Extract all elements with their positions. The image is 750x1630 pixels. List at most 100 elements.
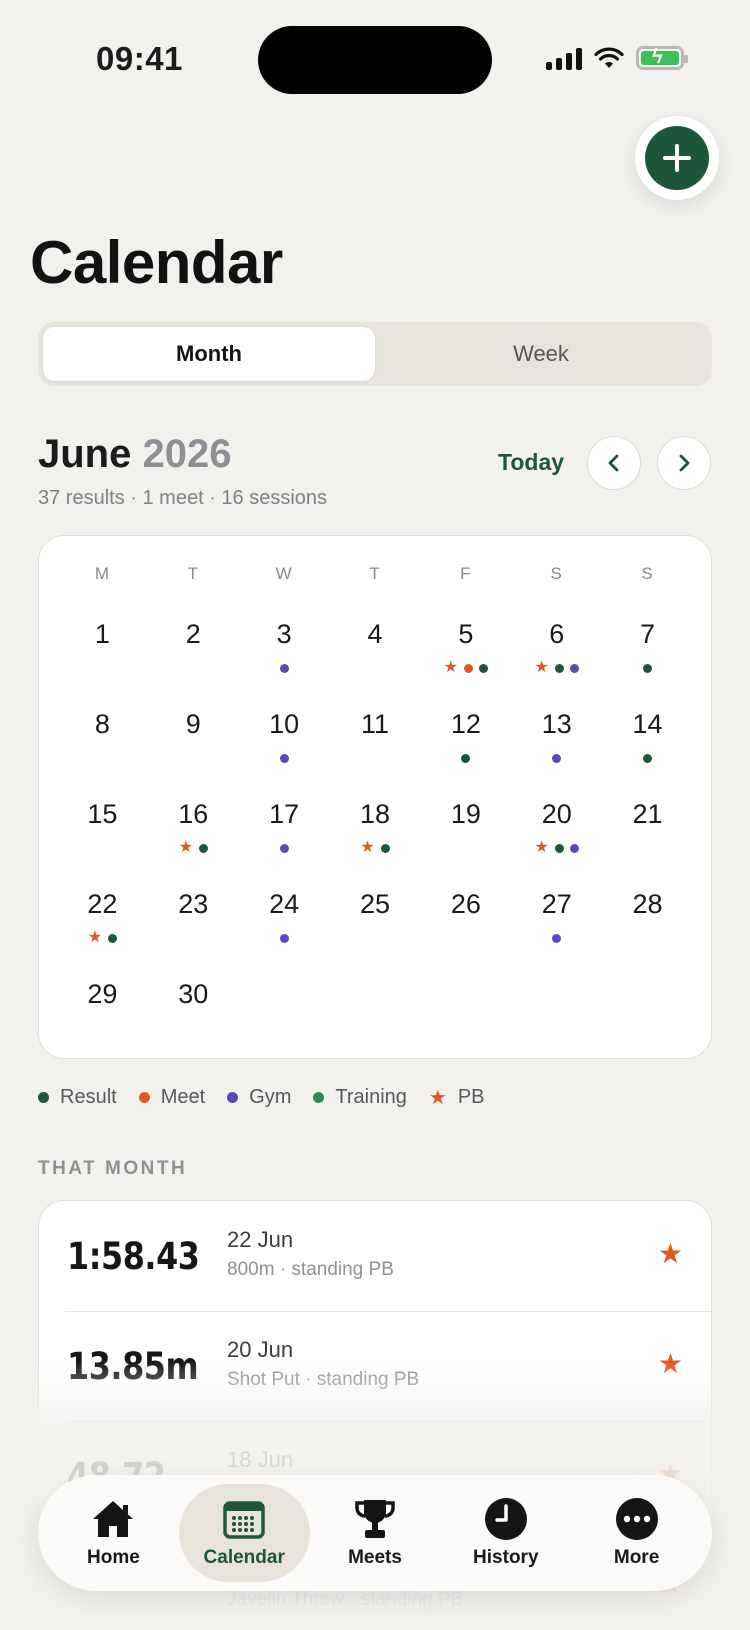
previous-month-button[interactable] [587, 436, 641, 490]
day-markers: ★ [330, 840, 421, 856]
status-icons: ϟ [546, 46, 688, 70]
day-markers [57, 660, 148, 676]
gym-dot [279, 843, 289, 853]
add-button[interactable] [635, 116, 719, 200]
day-number: 12 [450, 709, 481, 739]
calendar-day[interactable]: 29 [57, 976, 148, 1066]
result-date: 20 Jun [227, 1337, 294, 1362]
result-row[interactable]: 1:58.43 22 Jun 800m · standing PB ★ [39, 1201, 711, 1311]
calendar-day[interactable]: 3 [239, 616, 330, 706]
calendar-day[interactable]: 10 [239, 706, 330, 796]
day-markers [511, 750, 602, 766]
calendar-day[interactable]: 21 [602, 796, 693, 886]
tab-meets[interactable]: Meets [310, 1484, 441, 1582]
calendar-day[interactable]: 7 [602, 616, 693, 706]
calendar-day[interactable]: 23 [148, 886, 239, 976]
legend-item-meet: Meet [138, 1086, 205, 1109]
view-segmented-control: Month Week [38, 322, 712, 386]
day-markers [239, 750, 330, 766]
chevron-right-icon [679, 454, 690, 472]
segment-week[interactable]: Week [375, 327, 707, 381]
legend-label: Training [335, 1086, 407, 1108]
chevron-left-icon [608, 454, 619, 472]
next-month-button[interactable] [657, 436, 711, 490]
day-number: 29 [87, 979, 118, 1009]
calendar-day[interactable]: 17 [239, 796, 330, 886]
calendar-day[interactable]: 24 [239, 886, 330, 976]
day-markers [57, 840, 148, 856]
calendar-day[interactable]: 4 [330, 616, 421, 706]
calendar-day[interactable]: 25 [330, 886, 421, 976]
tab-calendar[interactable]: Calendar [178, 1484, 310, 1582]
tab-history[interactable]: History [440, 1484, 571, 1582]
calendar-day[interactable]: 8 [57, 706, 148, 796]
calendar-day[interactable]: 28 [602, 886, 693, 976]
result-dot [643, 663, 653, 673]
day-number: 23 [178, 889, 209, 919]
calendar-day[interactable]: 27 [511, 886, 602, 976]
day-number: 19 [450, 799, 481, 829]
calendar-day[interactable]: 5 ★ [420, 616, 511, 706]
weekday-label: M [94, 564, 111, 583]
segment-month[interactable]: Month [43, 327, 375, 381]
tab-label: More [613, 1547, 660, 1568]
pb-star-icon: ★ [87, 929, 103, 946]
day-markers [239, 660, 330, 676]
tab-label: Home [87, 1547, 140, 1568]
day-markers [602, 930, 693, 946]
weekday-label: F [460, 564, 472, 583]
calendar-day[interactable]: 30 [148, 976, 239, 1066]
tab-home[interactable]: Home [48, 1484, 179, 1582]
clock-icon [481, 1497, 531, 1541]
weekday-label: T [187, 564, 199, 583]
calendar-day[interactable]: 19 [420, 796, 511, 886]
day-number: 10 [269, 709, 300, 739]
calendar-day[interactable]: 1 [57, 616, 148, 706]
calendar-day[interactable]: 6 ★ [511, 616, 602, 706]
result-description: Shot Put · standing PB [227, 1369, 420, 1390]
result-dot [108, 933, 118, 943]
calendar-day[interactable]: 26 [420, 886, 511, 976]
day-markers [330, 750, 421, 766]
calendar-day[interactable]: 14 [602, 706, 693, 796]
day-number: 13 [541, 709, 572, 739]
day-number: 18 [359, 799, 391, 829]
day-markers [57, 1020, 148, 1036]
today-button[interactable]: Today [498, 449, 564, 476]
calendar-day[interactable]: 22 ★ [57, 886, 148, 976]
result-description: Javelin Throw · standing PB [227, 1589, 464, 1610]
calendar-day[interactable]: 16 ★ [148, 796, 239, 886]
day-markers: ★ [511, 660, 602, 676]
calendar-day[interactable]: 20 ★ [511, 796, 602, 886]
gym-dot [552, 753, 562, 763]
result-value: 13.85m [67, 1345, 199, 1388]
gym-dot [279, 933, 289, 943]
day-markers [420, 840, 511, 856]
legend-label: Gym [249, 1086, 292, 1108]
result-dot [554, 843, 564, 853]
calendar-day[interactable]: 2 [148, 616, 239, 706]
calendar-day[interactable]: 11 [330, 706, 421, 796]
dynamic-island [258, 26, 492, 94]
month-year: 2026 [142, 432, 232, 476]
pb-star-icon: ★ [534, 839, 549, 856]
day-number: 26 [450, 889, 481, 919]
weekday-header: MTWTFSS [57, 564, 693, 584]
calendar-day[interactable]: 15 [57, 796, 148, 886]
result-row[interactable]: 13.85m 20 Jun Shot Put · standing PB ★ [39, 1311, 711, 1421]
calendar-day[interactable]: 13 [511, 706, 602, 796]
calendar-day[interactable]: 9 [148, 706, 239, 796]
day-number: 21 [632, 799, 663, 829]
legend-label: Result [60, 1086, 117, 1108]
tab-label: Meets [348, 1547, 402, 1568]
day-markers [602, 660, 693, 676]
day-number: 24 [269, 889, 300, 919]
day-markers [602, 840, 693, 856]
legend-item-training: Training [313, 1086, 407, 1109]
result-dot [38, 1092, 49, 1103]
pb-star-icon: ★ [657, 1238, 683, 1269]
calendar-day[interactable]: 18 ★ [330, 796, 421, 886]
result-value: 1:58.43 [67, 1235, 200, 1278]
tab-more[interactable]: More [571, 1484, 702, 1582]
calendar-day[interactable]: 12 [420, 706, 511, 796]
